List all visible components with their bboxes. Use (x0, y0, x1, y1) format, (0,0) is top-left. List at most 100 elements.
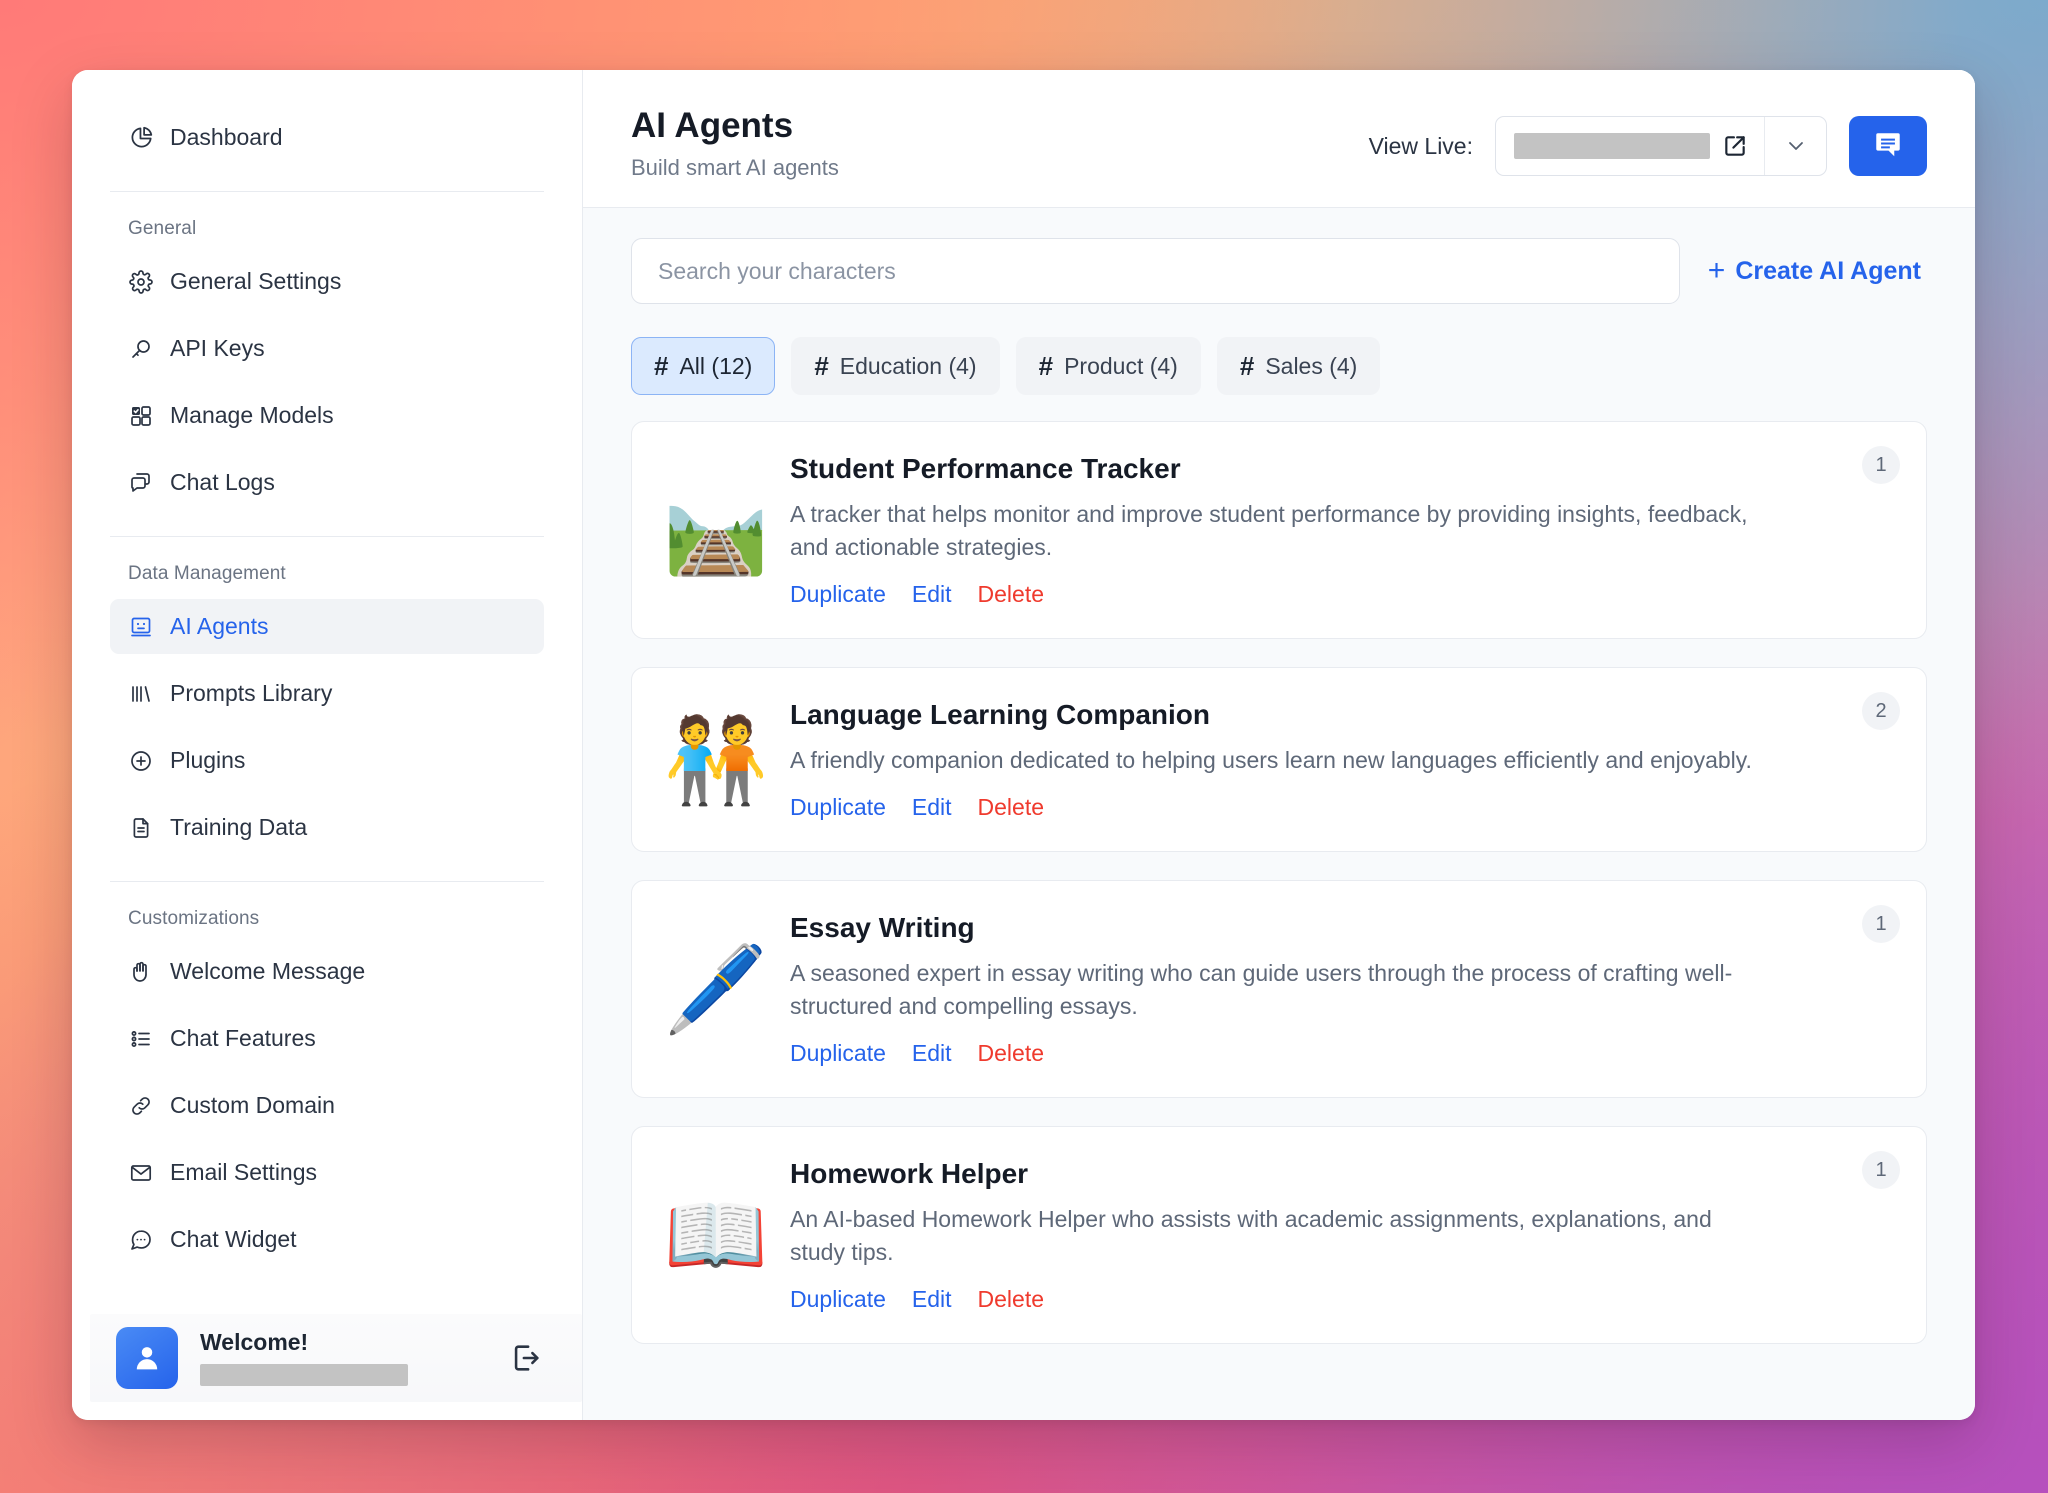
filter-chip-label: Education (4) (839, 352, 977, 379)
filter-chip-product[interactable]: # Product (4) (1015, 337, 1201, 396)
bars-icon (128, 681, 154, 707)
filter-chip-label: Sales (4) (1265, 352, 1358, 379)
sidebar-item-chat-widget[interactable]: Chat Widget (110, 1212, 544, 1267)
agent-card[interactable]: 🧑‍🤝‍🧑 Language Learning Companion A frie… (631, 667, 1927, 853)
agent-description: An AI-based Homework Helper who assists … (790, 1205, 1712, 1265)
sidebar-item-plugins[interactable]: Plugins (110, 733, 544, 788)
sidebar-item-email-settings[interactable]: Email Settings (110, 1145, 544, 1200)
search-row: + Create AI Agent (631, 238, 1927, 305)
search-input[interactable] (631, 238, 1680, 305)
link-icon (128, 1093, 154, 1119)
pie-chart-icon (128, 125, 154, 151)
category-filter-tabs: # All (12) # Education (4) # Product (4)… (631, 337, 1927, 396)
filter-chip-education[interactable]: # Education (4) (791, 337, 1000, 396)
duplicate-link[interactable]: Duplicate (790, 581, 886, 608)
hash-icon: # (1239, 350, 1255, 381)
view-live-url-group[interactable] (1495, 116, 1827, 176)
external-link-icon[interactable] (1722, 133, 1748, 159)
gear-icon (128, 269, 154, 295)
delete-link[interactable]: Delete (978, 794, 1044, 821)
agent-count-badge: 1 (1862, 905, 1900, 944)
logout-icon[interactable] (506, 1338, 546, 1378)
url-redacted-value (1514, 133, 1710, 159)
sidebar-item-label: Chat Logs (170, 469, 275, 495)
plus-circle-icon (128, 748, 154, 774)
filter-chip-all[interactable]: # All (12) (631, 337, 776, 396)
sidebar-divider (110, 191, 544, 192)
grid-check-icon (128, 403, 154, 429)
agent-card-body: Essay Writing A seasoned expert in essay… (790, 911, 1890, 1067)
user-account-bar[interactable]: Welcome! (90, 1314, 582, 1402)
message-icon (1872, 129, 1904, 164)
agent-card-actions: Duplicate Edit Delete (790, 1040, 1820, 1067)
pen-emoji: 🖊️ (663, 940, 769, 1039)
edit-link[interactable]: Edit (912, 581, 952, 608)
sidebar-item-label: Dashboard (170, 124, 283, 150)
agent-count-badge: 1 (1862, 446, 1900, 485)
sidebar-item-manage-models[interactable]: Manage Models (110, 388, 544, 443)
agent-card-body: Homework Helper An AI-based Homework Hel… (790, 1157, 1890, 1313)
delete-link[interactable]: Delete (978, 1286, 1044, 1313)
sidebar-item-welcome-message[interactable]: Welcome Message (110, 944, 544, 999)
sidebar-item-label: Welcome Message (170, 958, 366, 984)
chat-bubbles-icon (128, 470, 154, 496)
view-live-url-field[interactable] (1496, 117, 1764, 175)
sidebar-group-data-management: Data Management AI Agents Prompts Librar… (72, 563, 582, 855)
sidebar-item-training-data[interactable]: Training Data (110, 800, 544, 855)
open-chat-button[interactable] (1849, 116, 1927, 176)
sidebar-group-customizations: Customizations Welcome Message Chat Feat… (72, 908, 582, 1267)
agent-title: Homework Helper (790, 1158, 1029, 1190)
agent-card[interactable]: 📖 Homework Helper An AI-based Homework H… (631, 1126, 1927, 1345)
sidebar-item-custom-domain[interactable]: Custom Domain (110, 1078, 544, 1133)
agent-title: Student Performance Tracker (790, 453, 1181, 485)
sidebar-item-label: Training Data (170, 814, 308, 840)
sidebar-item-ai-agents[interactable]: AI Agents (110, 599, 544, 654)
sidebar-item-prompts-library[interactable]: Prompts Library (110, 666, 544, 721)
agent-card[interactable]: 🛤️ Student Performance Tracker A tracker… (631, 421, 1927, 640)
agent-card-actions: Duplicate Edit Delete (790, 1286, 1820, 1313)
sidebar-item-api-keys[interactable]: API Keys (110, 321, 544, 376)
agent-count-badge: 1 (1862, 1151, 1900, 1190)
duplicate-link[interactable]: Duplicate (790, 1286, 886, 1313)
header-controls: View Live: (1369, 106, 1927, 176)
edit-link[interactable]: Edit (912, 794, 952, 821)
agent-title: Language Learning Companion (790, 699, 1211, 731)
view-live-label: View Live: (1368, 132, 1473, 159)
open-book-emoji: 📖 (663, 1186, 769, 1285)
sidebar-item-label: Chat Widget (170, 1226, 297, 1252)
sidebar-item-chat-features[interactable]: Chat Features (110, 1011, 544, 1066)
agent-card[interactable]: 🖊️ Essay Writing A seasoned expert in es… (631, 880, 1927, 1099)
edit-link[interactable]: Edit (912, 1040, 952, 1067)
page-header: AI Agents Build smart AI agents View Liv… (583, 70, 1975, 209)
sidebar-item-general-settings[interactable]: General Settings (110, 254, 544, 309)
delete-link[interactable]: Delete (978, 1040, 1044, 1067)
page-title: AI Agents (631, 106, 794, 145)
sidebar-item-chat-logs[interactable]: Chat Logs (110, 455, 544, 510)
app-window: Dashboard General General Settings API K… (72, 70, 1975, 1420)
sidebar-item-label: AI Agents (170, 613, 269, 639)
filter-chip-sales[interactable]: # Sales (4) (1216, 337, 1381, 396)
sidebar: Dashboard General General Settings API K… (72, 70, 583, 1420)
sidebar-item-dashboard[interactable]: Dashboard (110, 110, 544, 165)
robot-face-icon (128, 614, 154, 640)
create-ai-agent-button[interactable]: + Create AI Agent (1708, 256, 1927, 286)
chevron-down-icon[interactable] (1764, 117, 1826, 175)
edit-link[interactable]: Edit (912, 1286, 952, 1313)
duplicate-link[interactable]: Duplicate (790, 794, 886, 821)
plus-icon: + (1707, 254, 1726, 288)
agent-description: A seasoned expert in essay writing who c… (790, 960, 1733, 1019)
agent-description: A friendly companion dedicated to helpin… (790, 746, 1752, 773)
agent-card-body: Student Performance Tracker A tracker th… (790, 452, 1890, 608)
envelope-icon (128, 1160, 154, 1186)
duplicate-link[interactable]: Duplicate (790, 1040, 886, 1067)
railway-track-emoji: 🛤️ (663, 481, 769, 580)
sidebar-item-label: Email Settings (170, 1159, 318, 1185)
user-greeting: Welcome! (200, 1329, 309, 1356)
hash-icon: # (814, 350, 829, 381)
sidebar-section-title-general: General (128, 218, 197, 239)
sidebar-divider (110, 536, 544, 537)
chat-dots-icon (128, 1227, 154, 1253)
delete-link[interactable]: Delete (978, 581, 1044, 608)
page-subtitle: Build smart AI agents (631, 155, 839, 181)
sidebar-item-label: Manage Models (170, 402, 334, 428)
